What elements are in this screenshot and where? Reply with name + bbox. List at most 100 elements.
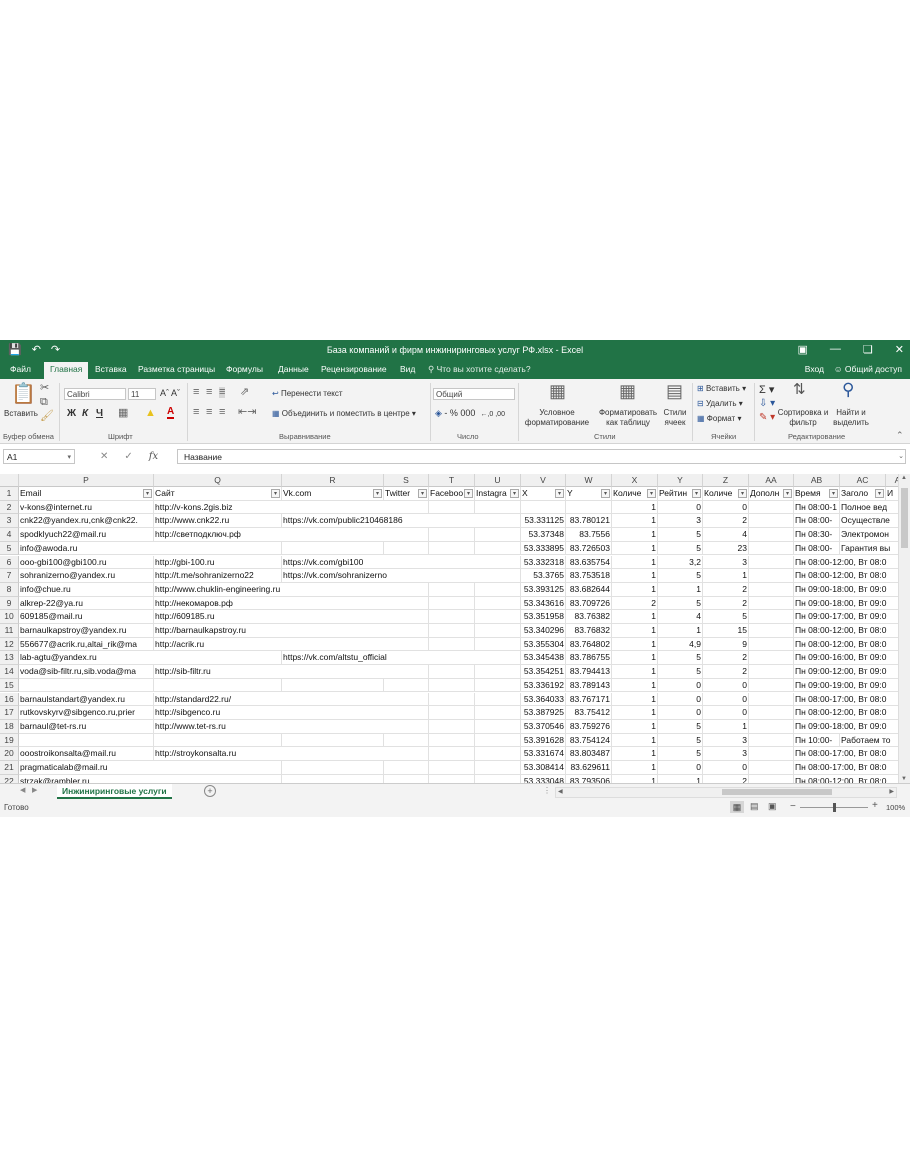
table-cell[interactable]: 3	[658, 514, 703, 529]
table-cell[interactable]: 83.793506	[566, 774, 612, 783]
tab-file[interactable]: Файл	[10, 364, 31, 374]
bold-button[interactable]: Ж	[67, 408, 76, 419]
table-cell[interactable]: 0	[658, 678, 703, 693]
table-cell[interactable]	[475, 637, 521, 652]
tab-review[interactable]: Рецензирование	[321, 364, 387, 374]
row-header[interactable]: 11	[0, 624, 19, 638]
table-cell[interactable]: Пн 08:00-	[794, 514, 840, 529]
fill-color-icon[interactable]: ▲	[145, 408, 156, 419]
table-cell[interactable]: 83.76382	[566, 610, 612, 624]
table-cell[interactable]	[749, 541, 794, 556]
borders-icon[interactable]: ▦	[118, 408, 128, 419]
table-cell[interactable]: 0	[658, 692, 703, 707]
table-cell[interactable]	[384, 761, 429, 775]
cut-icon[interactable]: ✂	[40, 383, 49, 394]
table-cell[interactable]: 1	[612, 747, 658, 761]
table-cell[interactable]: 53.332318	[521, 555, 566, 570]
expand-formula-icon[interactable]: ⌄	[898, 452, 904, 460]
tab-insert[interactable]: Вставка	[95, 364, 127, 374]
header-cell[interactable]: Instagra ▾	[475, 487, 521, 501]
format-table-icon[interactable]: ▦	[619, 382, 636, 400]
table-cell[interactable]: 53.354251	[521, 665, 566, 679]
table-cell[interactable]: Пн 08:30-	[794, 528, 840, 542]
table-cell[interactable]: Пн 10:00-	[794, 733, 840, 748]
row-header[interactable]: 21	[0, 761, 19, 775]
table-cell[interactable]: 0	[703, 678, 749, 693]
column-header-u[interactable]: U	[475, 474, 521, 487]
table-cell[interactable]: 0	[658, 706, 703, 720]
table-cell[interactable]: https://vk.com/public210468186	[282, 514, 521, 529]
table-cell[interactable]: alkrep-22@ya.ru	[19, 596, 154, 611]
column-header-ab[interactable]: AB	[794, 474, 840, 487]
table-cell[interactable]	[429, 665, 475, 679]
tab-view[interactable]: Вид	[400, 364, 415, 374]
split-handle-icon[interactable]: ⋮	[543, 786, 551, 795]
table-cell[interactable]: 15	[703, 624, 749, 638]
table-cell[interactable]	[475, 500, 521, 515]
table-cell[interactable]: http://acrik.ru	[154, 637, 429, 652]
table-cell[interactable]: barnaul@tet-rs.ru	[19, 719, 154, 734]
table-cell[interactable]: 83.794413	[566, 665, 612, 679]
table-cell[interactable]	[475, 528, 521, 542]
header-cell[interactable]: Vk.com ▾	[282, 487, 384, 501]
table-cell[interactable]: https://vk.com/sohranizerno	[282, 569, 521, 583]
table-cell[interactable]: 53.393125	[521, 582, 566, 597]
table-cell[interactable]: Пн 09:00-12:00, Вт 09:0	[794, 665, 898, 679]
font-size-grow-icon[interactable]: Aˆ Aˇ	[160, 388, 180, 398]
column-header-s[interactable]: S	[384, 474, 429, 487]
table-cell[interactable]: 83.753518	[566, 569, 612, 583]
sheet-nav-prev-icon[interactable]: ◀	[20, 786, 25, 794]
table-cell[interactable]	[429, 761, 475, 775]
table-cell[interactable]	[749, 733, 794, 748]
table-cell[interactable]	[282, 761, 384, 775]
table-cell[interactable]	[475, 719, 521, 734]
column-header-ad[interactable]: AD	[886, 474, 898, 487]
header-cell[interactable]: Дополн ▾	[749, 487, 794, 501]
table-cell[interactable]: 53.37348	[521, 528, 566, 542]
table-cell[interactable]: 5	[658, 651, 703, 666]
table-cell[interactable]	[282, 678, 384, 693]
row-header[interactable]: 1	[0, 487, 19, 501]
table-cell[interactable]: voda@sib-filtr.ru,sib.voda@ma	[19, 665, 154, 679]
table-cell[interactable]: 53.331125	[521, 514, 566, 529]
row-header[interactable]: 13	[0, 651, 19, 666]
table-cell[interactable]	[749, 637, 794, 652]
tab-data[interactable]: Данные	[278, 364, 309, 374]
page-layout-view-icon[interactable]: ▤	[750, 801, 759, 812]
header-cell[interactable]: Twitter ▾	[384, 487, 429, 501]
table-cell[interactable]: 0	[703, 706, 749, 720]
table-cell[interactable]: 4	[658, 610, 703, 624]
filter-dropdown-icon[interactable]: ▾	[418, 489, 427, 498]
table-cell[interactable]: 53.333895	[521, 541, 566, 556]
row-header[interactable]: 22	[0, 774, 19, 783]
table-cell[interactable]: 1	[612, 624, 658, 638]
table-cell[interactable]	[749, 596, 794, 611]
table-cell[interactable]	[749, 500, 794, 515]
page-break-view-icon[interactable]: ▣	[768, 801, 777, 812]
table-cell[interactable]: Пн 09:00-18:00, Вт 09:0	[794, 719, 898, 734]
table-cell[interactable]: Пн 08:00-12:00, Вт 08:0	[794, 555, 898, 570]
filter-dropdown-icon[interactable]: ▾	[464, 489, 473, 498]
format-cells-button[interactable]: ▦ Формат ▾	[697, 414, 741, 423]
table-cell[interactable]: 5	[658, 528, 703, 542]
table-cell[interactable]	[749, 624, 794, 638]
table-cell[interactable]: http://светподключ.рф	[154, 528, 429, 542]
table-cell[interactable]: Пн 08:00-12:00, Вт 08:0	[794, 637, 898, 652]
table-cell[interactable]: 83.629611	[566, 761, 612, 775]
row-header[interactable]: 3	[0, 514, 19, 529]
table-cell[interactable]: 5	[658, 569, 703, 583]
table-cell[interactable]	[282, 774, 384, 783]
header-cell[interactable]: Y ▾	[566, 487, 612, 501]
table-cell[interactable]: Полное вед	[840, 500, 898, 515]
table-cell[interactable]: 1	[612, 719, 658, 734]
header-cell[interactable]: Количе ▾	[612, 487, 658, 501]
header-cell[interactable]: Faceboo ▾	[429, 487, 475, 501]
table-cell[interactable]: 53.331674	[521, 747, 566, 761]
table-cell[interactable]	[384, 733, 429, 748]
horizontal-scrollbar[interactable]: ◀ ▶	[555, 787, 897, 798]
table-cell[interactable]: barnaulstandart@yandex.ru	[19, 692, 154, 707]
scroll-right-icon[interactable]: ▶	[889, 788, 894, 795]
font-size-select[interactable]: 11	[128, 388, 156, 400]
header-cell[interactable]: Время ▾	[794, 487, 840, 501]
table-cell[interactable]: 53.333048	[521, 774, 566, 783]
